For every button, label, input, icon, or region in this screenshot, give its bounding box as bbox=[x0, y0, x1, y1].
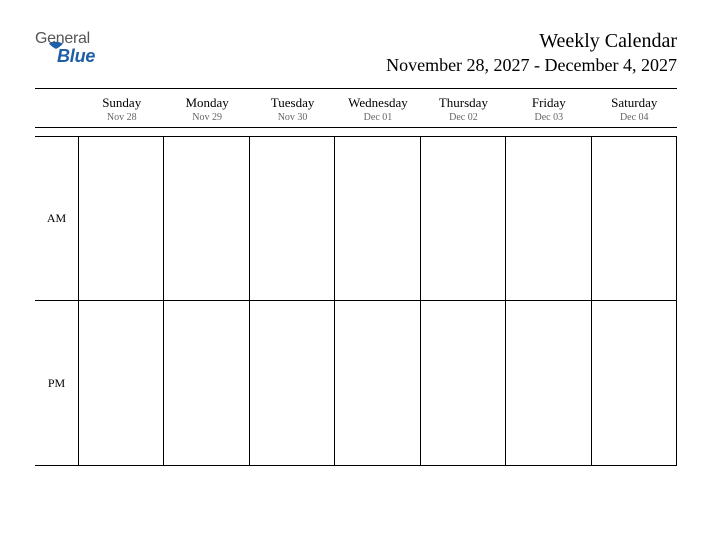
cell bbox=[164, 301, 249, 466]
calendar: Sunday Nov 28 Monday Nov 29 Tuesday Nov … bbox=[35, 95, 677, 466]
day-name: Wednesday bbox=[335, 95, 420, 111]
grid-row-pm: PM bbox=[35, 301, 677, 466]
day-name: Tuesday bbox=[250, 95, 335, 111]
cell bbox=[506, 301, 591, 466]
day-name: Friday bbox=[506, 95, 591, 111]
divider-mid bbox=[35, 127, 677, 128]
cell bbox=[421, 301, 506, 466]
day-headers-row: Sunday Nov 28 Monday Nov 29 Tuesday Nov … bbox=[35, 95, 677, 123]
cell bbox=[250, 301, 335, 466]
grid-row-am: AM bbox=[35, 136, 677, 301]
period-col-spacer bbox=[35, 95, 79, 123]
cell bbox=[506, 136, 591, 301]
cell bbox=[592, 136, 677, 301]
cell bbox=[335, 301, 420, 466]
day-date: Dec 04 bbox=[592, 112, 677, 123]
logo: General Blue bbox=[35, 30, 95, 67]
day-name: Saturday bbox=[592, 95, 677, 111]
cell bbox=[164, 136, 249, 301]
cell bbox=[250, 136, 335, 301]
period-label-pm: PM bbox=[35, 301, 79, 466]
day-header: Saturday Dec 04 bbox=[592, 95, 677, 123]
day-header: Thursday Dec 02 bbox=[421, 95, 506, 123]
day-header: Friday Dec 03 bbox=[506, 95, 591, 123]
divider-top bbox=[35, 88, 677, 89]
day-date: Nov 30 bbox=[250, 112, 335, 123]
day-date: Nov 28 bbox=[79, 112, 164, 123]
day-header: Wednesday Dec 01 bbox=[335, 95, 420, 123]
day-header: Monday Nov 29 bbox=[164, 95, 249, 123]
calendar-grid: AM PM bbox=[35, 136, 677, 466]
date-range: November 28, 2027 - December 4, 2027 bbox=[386, 55, 677, 76]
cell bbox=[421, 136, 506, 301]
day-date: Dec 02 bbox=[421, 112, 506, 123]
cell bbox=[79, 136, 164, 301]
logo-swoosh-icon bbox=[47, 40, 65, 58]
title-block: Weekly Calendar November 28, 2027 - Dece… bbox=[386, 30, 677, 76]
day-name: Sunday bbox=[79, 95, 164, 111]
cell bbox=[335, 136, 420, 301]
day-date: Dec 03 bbox=[506, 112, 591, 123]
day-name: Monday bbox=[164, 95, 249, 111]
cell bbox=[592, 301, 677, 466]
day-date: Dec 01 bbox=[335, 112, 420, 123]
day-date: Nov 29 bbox=[164, 112, 249, 123]
page-title: Weekly Calendar bbox=[386, 30, 677, 53]
header: General Blue Weekly Calendar November 28… bbox=[35, 30, 677, 76]
cell bbox=[79, 301, 164, 466]
day-header: Sunday Nov 28 bbox=[79, 95, 164, 123]
day-header: Tuesday Nov 30 bbox=[250, 95, 335, 123]
day-name: Thursday bbox=[421, 95, 506, 111]
period-label-am: AM bbox=[35, 136, 79, 301]
